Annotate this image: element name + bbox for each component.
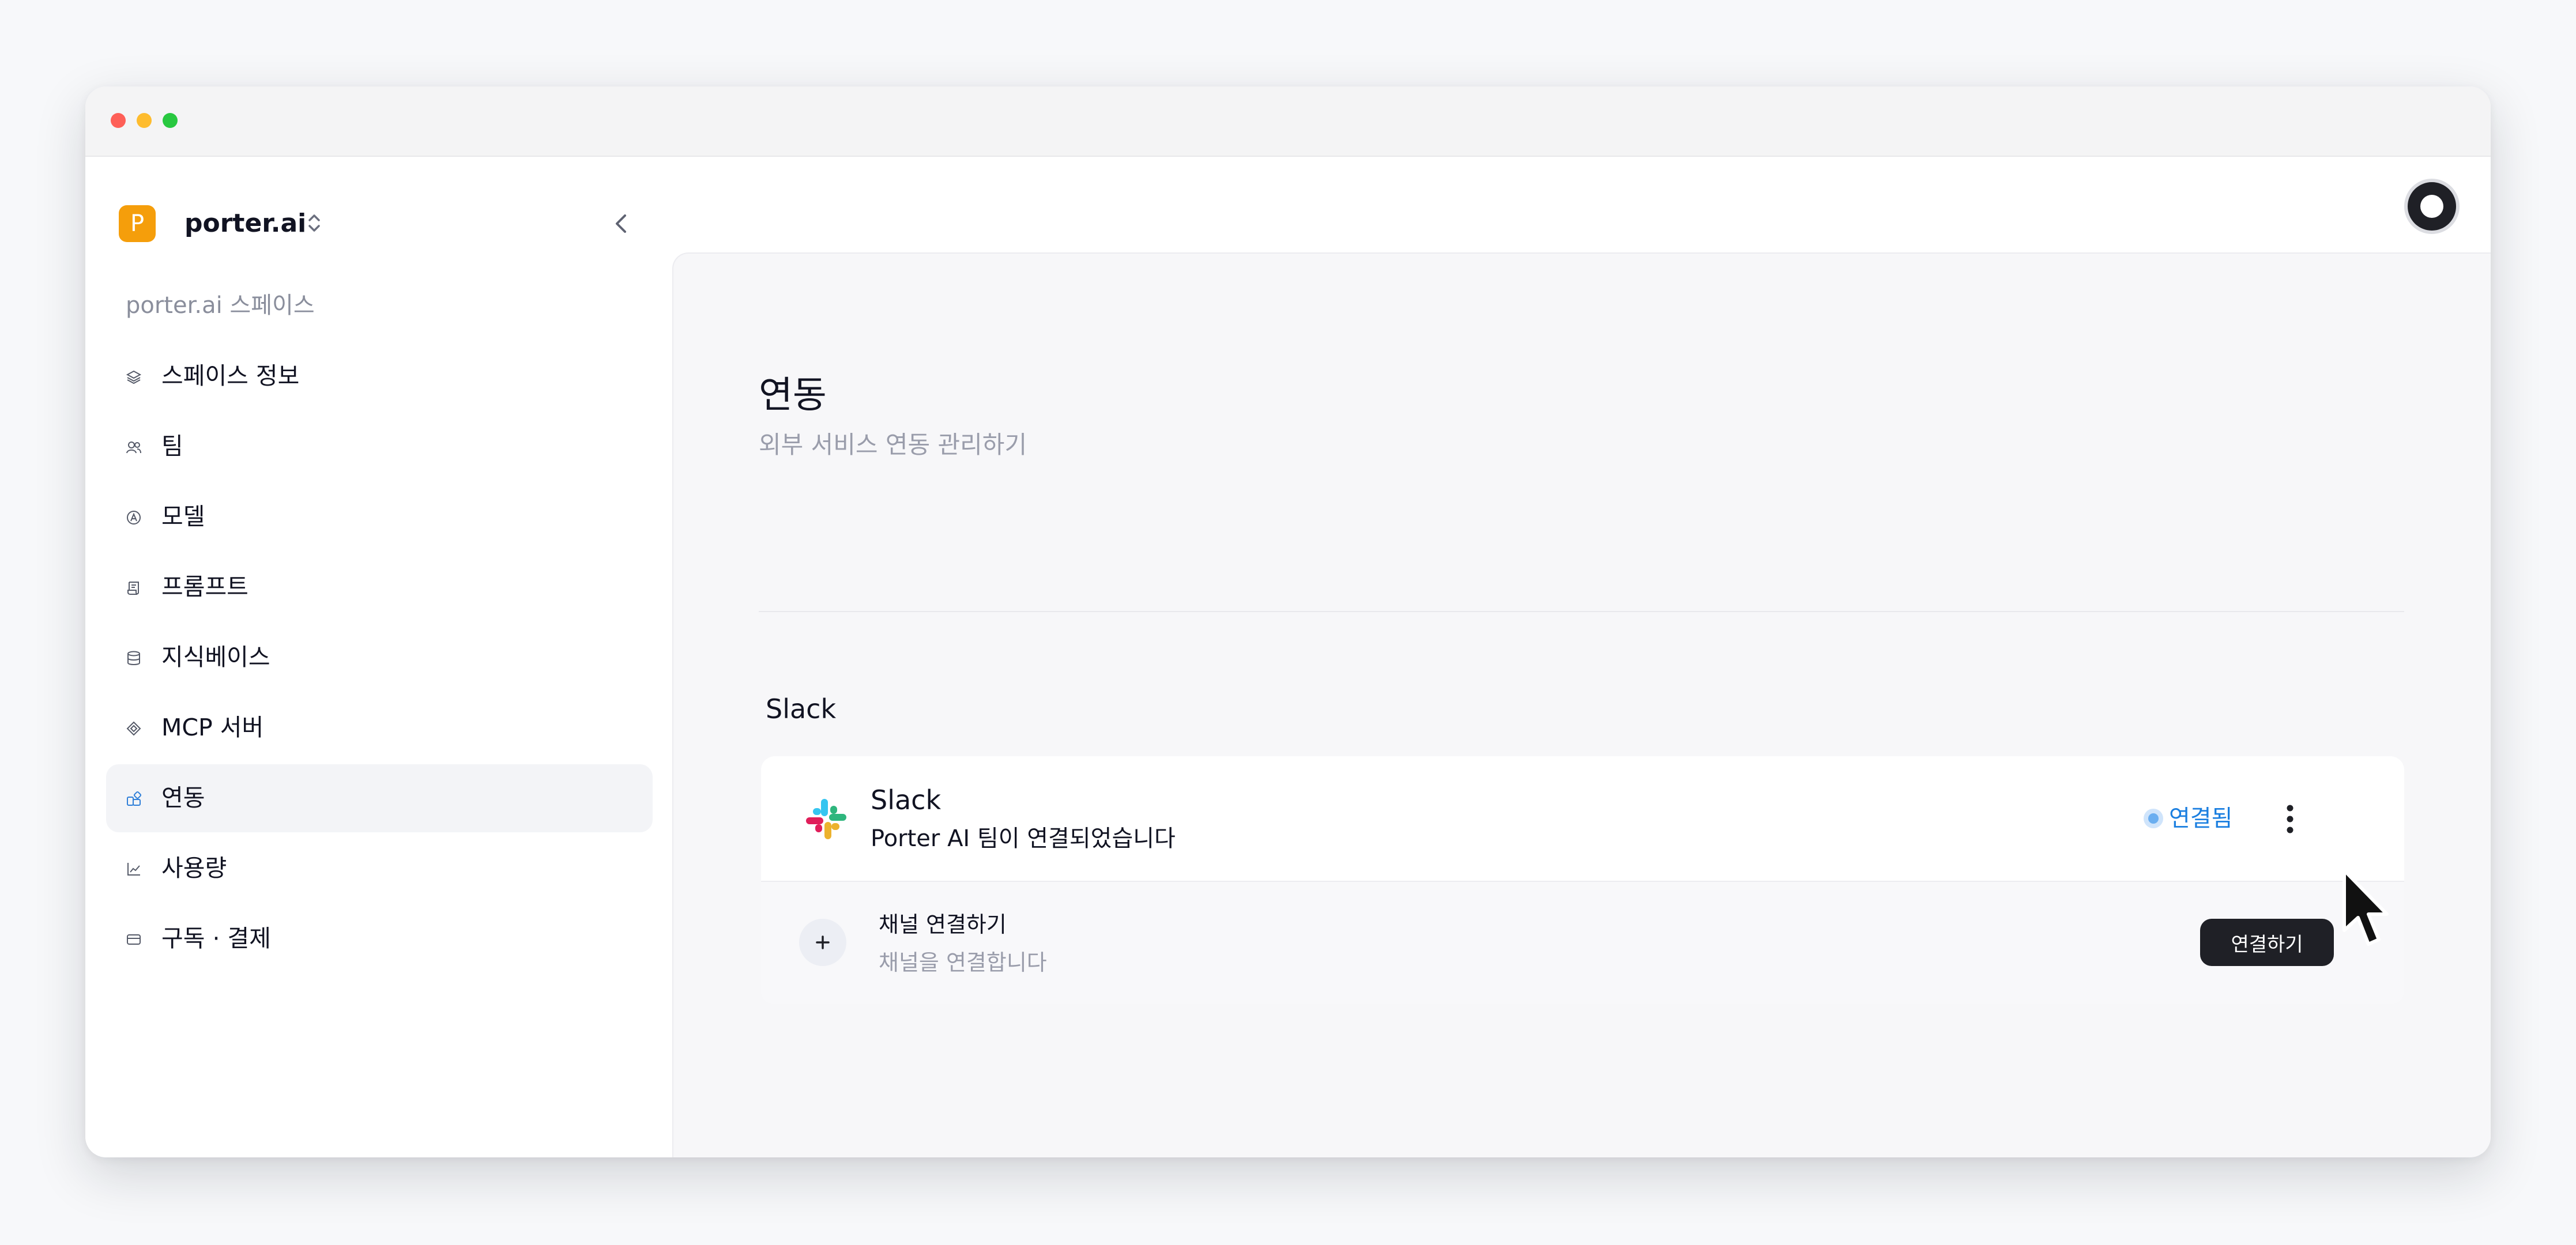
sidebar-item-label: MCP 서버 [161, 714, 264, 741]
layers-icon [126, 370, 142, 384]
sidebar-item-label: 연동 [161, 784, 205, 812]
connect-button[interactable]: 연결하기 [2200, 919, 2334, 966]
sidebar-item-knowledge-base[interactable]: 지식베이스 [106, 624, 653, 692]
sidebar-item-integrations[interactable]: 연동 [106, 764, 653, 832]
workspace-logo: P [119, 205, 156, 242]
connection-status-badge: 연결됨 [2144, 801, 2232, 836]
sidebar-item-label: 스페이스 정보 [161, 362, 300, 390]
page-subtitle: 외부 서비스 연동 관리하기 [759, 431, 1027, 459]
sidebar-item-mcp-server[interactable]: MCP 서버 [106, 694, 653, 762]
mouse-cursor-icon [2342, 869, 2389, 946]
connect-channel-row: 채널 연결하기 채널을 연결합니다 연결하기 [761, 882, 2404, 1004]
sidebar-item-label: 구독 · 결제 [161, 925, 271, 952]
database-icon [127, 651, 140, 665]
sidebar-item-label: 지식베이스 [161, 643, 270, 671]
credit-card-icon [127, 934, 141, 945]
sidebar-item-model[interactable]: 모델 [106, 483, 653, 551]
header-divider [759, 611, 2404, 612]
integrations-icon [127, 791, 142, 806]
slack-logo-icon [806, 799, 846, 839]
scroll-icon [127, 582, 139, 595]
app-window: P porter.ai porter.ai 스페이스 스페이스 정보 팀 모델 … [85, 86, 2491, 1157]
integration-name: Slack [871, 784, 941, 816]
sidebar-item-prompt[interactable]: 프롬프트 [106, 553, 653, 621]
section-title: Slack [766, 693, 837, 725]
avatar-inner [2420, 195, 2443, 218]
sidebar-item-label: 사용량 [161, 854, 227, 882]
sidebar-item-label: 프롬프트 [161, 573, 248, 601]
minimize-window-button[interactable] [137, 113, 152, 128]
slack-integration-card: Slack Porter AI 팀이 연결되었습니다 연결됨 채널 연결하기 채… [761, 756, 2404, 1004]
sidebar-item-label: 모델 [161, 503, 205, 530]
sidebar-item-subscription[interactable]: 구독 · 결제 [106, 905, 653, 973]
more-options-icon[interactable] [2277, 799, 2303, 839]
plus-icon [816, 935, 830, 949]
status-label: 연결됨 [2169, 805, 2233, 832]
integration-description: Porter AI 팀이 연결되었습니다 [871, 825, 1176, 852]
sidebar-nav: 스페이스 정보 팀 모델 프롬프트 지식베이스 MCP 서버 연동 사용량 구독… [106, 342, 653, 975]
users-icon [126, 442, 141, 454]
title-bar [85, 86, 2491, 157]
chart-icon [127, 863, 140, 876]
workspace-name[interactable]: porter.ai [184, 206, 306, 241]
main-content: 연동 외부 서비스 연동 관리하기 Slack Slack Porter AI … [672, 252, 2491, 1157]
add-channel-button[interactable] [799, 919, 846, 966]
sidebar-section-label: porter.ai 스페이스 [126, 292, 315, 319]
sidebar-item-team[interactable]: 팀 [106, 413, 653, 481]
page-title: 연동 [759, 374, 827, 417]
chevron-up-down-icon[interactable] [304, 209, 324, 237]
collapse-sidebar-button[interactable] [605, 207, 638, 240]
zoom-window-button[interactable] [163, 113, 178, 128]
sidebar-item-usage[interactable]: 사용량 [106, 835, 653, 903]
model-icon [127, 511, 141, 525]
integration-row: Slack Porter AI 팀이 연결되었습니다 연결됨 [761, 756, 2404, 882]
sidebar-item-label: 팀 [161, 432, 183, 460]
sidebar-item-space-info[interactable]: 스페이스 정보 [106, 342, 653, 410]
mcp-icon [126, 721, 141, 736]
connect-channel-description: 채널을 연결합니다 [879, 950, 1047, 975]
connect-channel-title: 채널 연결하기 [879, 912, 1007, 937]
status-indicator-icon [2144, 809, 2163, 828]
user-avatar[interactable] [2404, 179, 2460, 234]
close-window-button[interactable] [111, 113, 126, 128]
